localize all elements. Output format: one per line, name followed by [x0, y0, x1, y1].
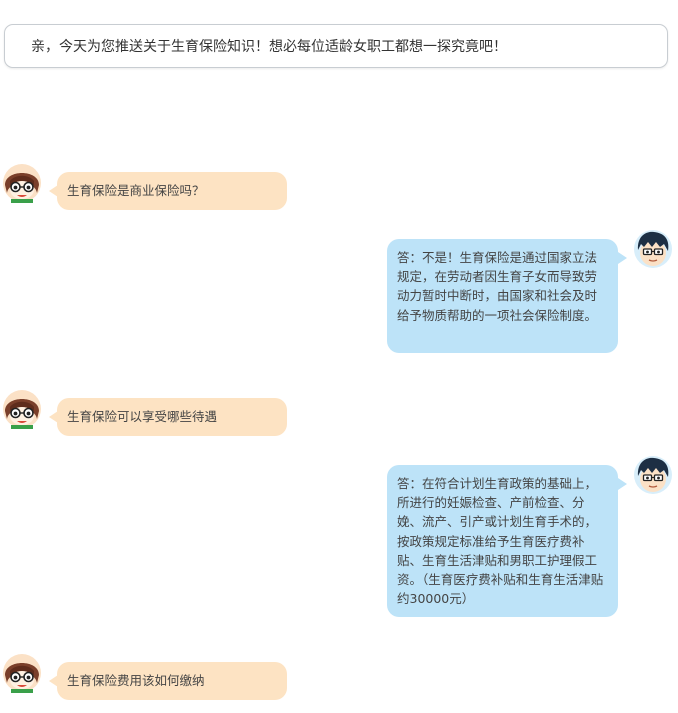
- question-text: 生育保险费用该如何缴纳: [67, 673, 205, 688]
- boy-avatar-icon: [634, 456, 672, 494]
- intro-text: 亲，今天为您推送关于生育保险知识！想必每位适龄女职工都想一探究竟吧！: [31, 39, 507, 55]
- answer-bubble: 答：在符合计划生育政策的基础上，所进行的妊娠检查、产前检查、分娩、流产、引产或计…: [387, 465, 627, 617]
- girl-avatar-icon: [3, 164, 41, 203]
- girl-avatar-icon: [3, 654, 41, 693]
- question-text: 生育保险可以享受哪些待遇: [67, 409, 218, 424]
- question-bubble: 生育保险是商业保险吗？: [49, 172, 287, 210]
- answer-text: 答：在符合计划生育政策的基础上，所进行的妊娠检查、产前检查、分娩、流产、引产或计…: [397, 476, 604, 607]
- girl-avatar-icon: [3, 390, 41, 429]
- boy-avatar-icon: [634, 230, 672, 268]
- question-bubble: 生育保险费用该如何缴纳: [49, 662, 287, 700]
- answer-text: 答：不是！生育保险是通过国家立法规定，在劳动者因生育子女而导致劳动力暂时中断时，…: [397, 250, 598, 323]
- question-text: 生育保险是商业保险吗？: [67, 183, 205, 198]
- answer-bubble: 答：不是！生育保险是通过国家立法规定，在劳动者因生育子女而导致劳动力暂时中断时，…: [387, 239, 627, 353]
- intro-banner: 亲，今天为您推送关于生育保险知识！想必每位适龄女职工都想一探究竟吧！: [4, 24, 668, 68]
- question-bubble: 生育保险可以享受哪些待遇: [49, 398, 287, 436]
